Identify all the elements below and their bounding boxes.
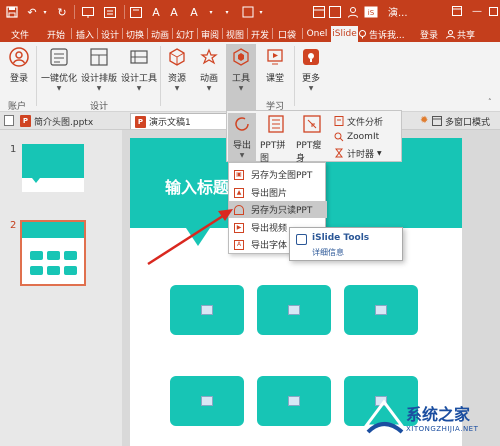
annotation-arrow bbox=[147, 209, 233, 266]
watermark-text: 系统之家 bbox=[406, 405, 471, 424]
watermark-subtext: XITONGZHIJIA.NET bbox=[406, 425, 479, 433]
watermark-logo-icon bbox=[363, 399, 405, 434]
